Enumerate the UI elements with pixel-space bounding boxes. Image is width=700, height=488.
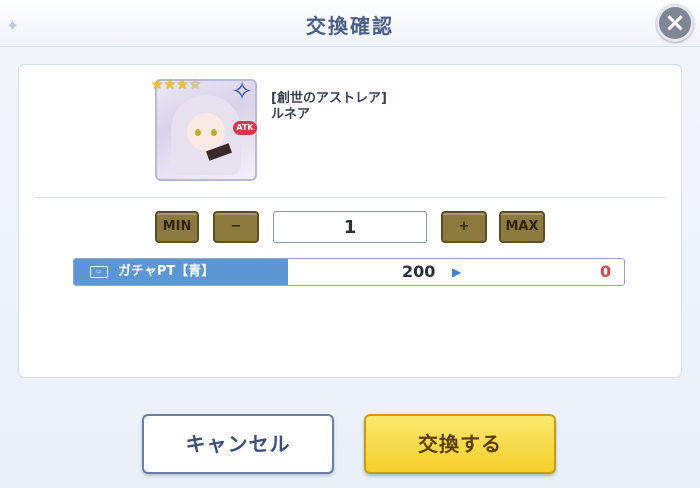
- close-icon: ×: [664, 8, 686, 38]
- dialog-title: 交換確認: [306, 14, 394, 38]
- dialog-header: ✦ 交換確認 ×: [0, 0, 700, 47]
- rarity-stars: ★ ★ ★ ★: [151, 77, 201, 93]
- item-title: [創世のアストレア]: [271, 91, 387, 106]
- item-character: ルネア: [271, 107, 311, 122]
- portrait-eye: [195, 129, 201, 136]
- portrait-eye: [211, 129, 217, 136]
- currency-name: ガチャPT【青】: [118, 264, 215, 279]
- currency-current: 200: [402, 262, 436, 281]
- star-empty-icon: ★: [188, 77, 202, 93]
- star-icon: ★: [163, 77, 177, 93]
- min-button[interactable]: MIN: [155, 211, 199, 243]
- plus-button[interactable]: +: [441, 211, 487, 243]
- star-icon: ★: [176, 77, 189, 93]
- exchange-panel: ★ ★ ★ ★ ✧ ATK [創世のアストレア] ルネア MIN − + MAX…: [18, 64, 682, 378]
- currency-after: 0: [600, 262, 612, 281]
- currency-bar: ▭ ガチャPT【青】 200 ▶ 0: [73, 258, 625, 286]
- minus-button[interactable]: −: [213, 211, 259, 243]
- close-button[interactable]: ×: [656, 4, 694, 42]
- quantity-input[interactable]: [273, 211, 427, 243]
- cancel-button[interactable]: キャンセル: [142, 414, 334, 474]
- star-icon: ★: [151, 77, 164, 93]
- atk-badge: ATK: [233, 121, 257, 135]
- attribute-star-icon: ✧: [231, 77, 253, 107]
- max-button[interactable]: MAX: [499, 211, 545, 243]
- ticket-icon: ▭: [90, 266, 108, 278]
- arrow-right-icon: ▶: [452, 265, 462, 279]
- item-name: [創世のアストレア] ルネア: [271, 91, 387, 123]
- divider: [35, 197, 665, 198]
- currency-label: ▭ ガチャPT【青】: [74, 259, 288, 285]
- exchange-button[interactable]: 交換する: [364, 414, 556, 474]
